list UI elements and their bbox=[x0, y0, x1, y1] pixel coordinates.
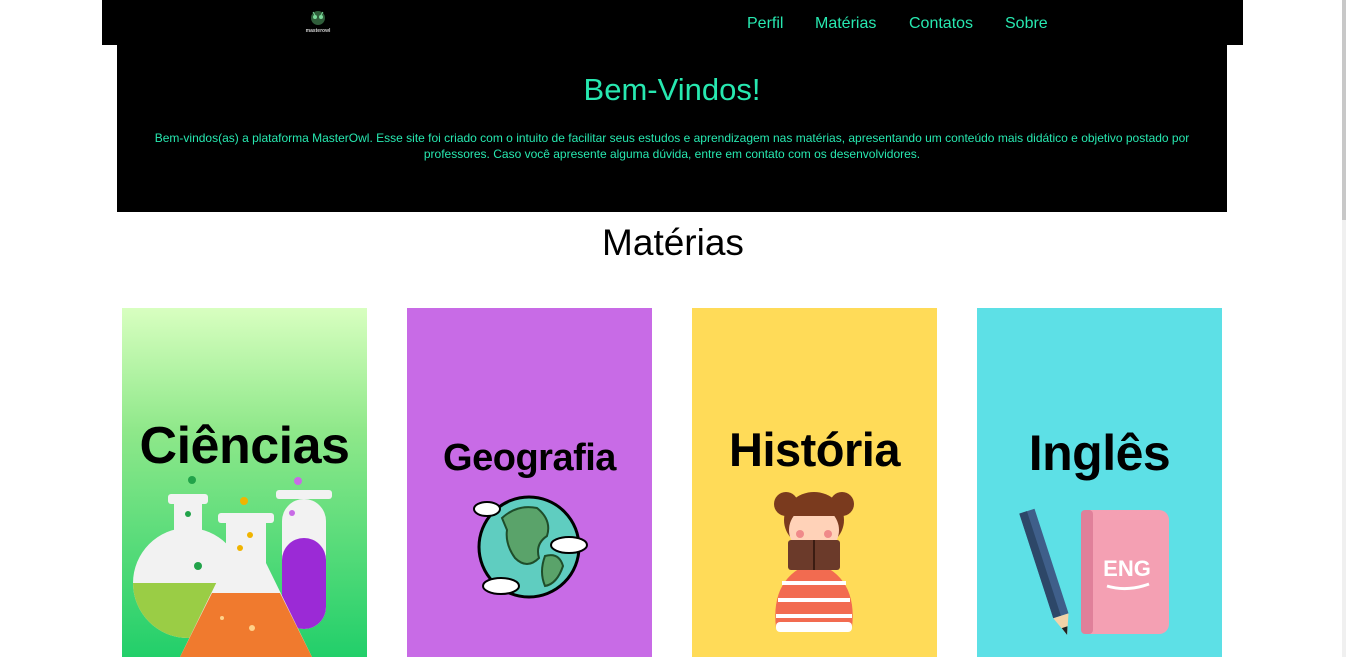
scrollbar-track[interactable] bbox=[1342, 0, 1346, 657]
welcome-title: Bem-Vindos! bbox=[583, 72, 761, 107]
navbar: masterowl Perfil Matérias Contatos Sobre bbox=[102, 0, 1243, 45]
book-pencil-icon: ENG bbox=[1019, 508, 1169, 635]
welcome-banner: Bem-Vindos! Bem-vindos(as) a plataforma … bbox=[117, 45, 1227, 212]
welcome-text: Bem-vindos(as) a plataforma MasterOwl. E… bbox=[154, 131, 1190, 161]
card-ingles[interactable]: Inglês ENG bbox=[977, 308, 1222, 657]
globe-icon bbox=[473, 495, 588, 599]
logo-text: masterowl bbox=[306, 28, 331, 34]
nav-link-perfil[interactable]: Perfil bbox=[747, 15, 783, 33]
section-title: Matérias bbox=[602, 222, 744, 263]
masterowl-logo[interactable]: masterowl bbox=[301, 9, 335, 35]
nav-link-materias[interactable]: Matérias bbox=[815, 15, 876, 33]
scrollbar-thumb[interactable] bbox=[1342, 0, 1346, 220]
card-ciencias[interactable]: Ciências bbox=[122, 308, 367, 657]
lab-flasks-icon bbox=[133, 476, 332, 657]
card-historia[interactable]: História bbox=[692, 308, 937, 657]
card-geografia[interactable]: Geografia bbox=[407, 308, 652, 657]
nav-link-contatos[interactable]: Contatos bbox=[909, 15, 973, 33]
girl-reading-icon bbox=[774, 492, 854, 632]
nav-link-sobre[interactable]: Sobre bbox=[1005, 15, 1048, 33]
eng-label: ENG bbox=[1103, 556, 1151, 581]
